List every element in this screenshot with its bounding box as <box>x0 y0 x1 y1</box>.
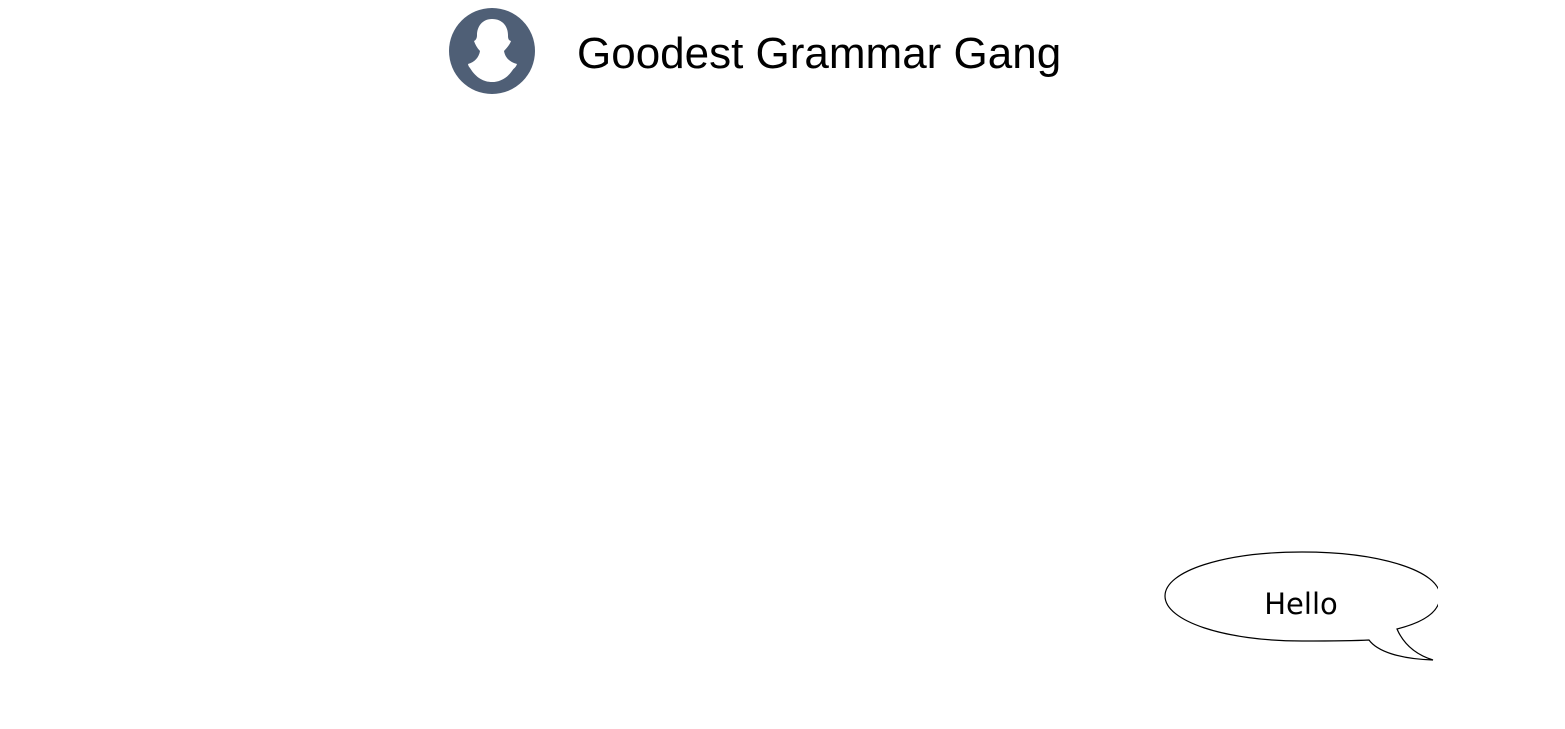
message-bubble[interactable]: Hello <box>1162 549 1438 663</box>
avatar[interactable] <box>449 8 535 94</box>
chat-header: Goodest Grammar Gang <box>0 0 1565 110</box>
chat-title: Goodest Grammar Gang <box>577 29 1062 78</box>
message-text: Hello <box>1264 587 1338 621</box>
person-silhouette-icon <box>449 8 535 94</box>
